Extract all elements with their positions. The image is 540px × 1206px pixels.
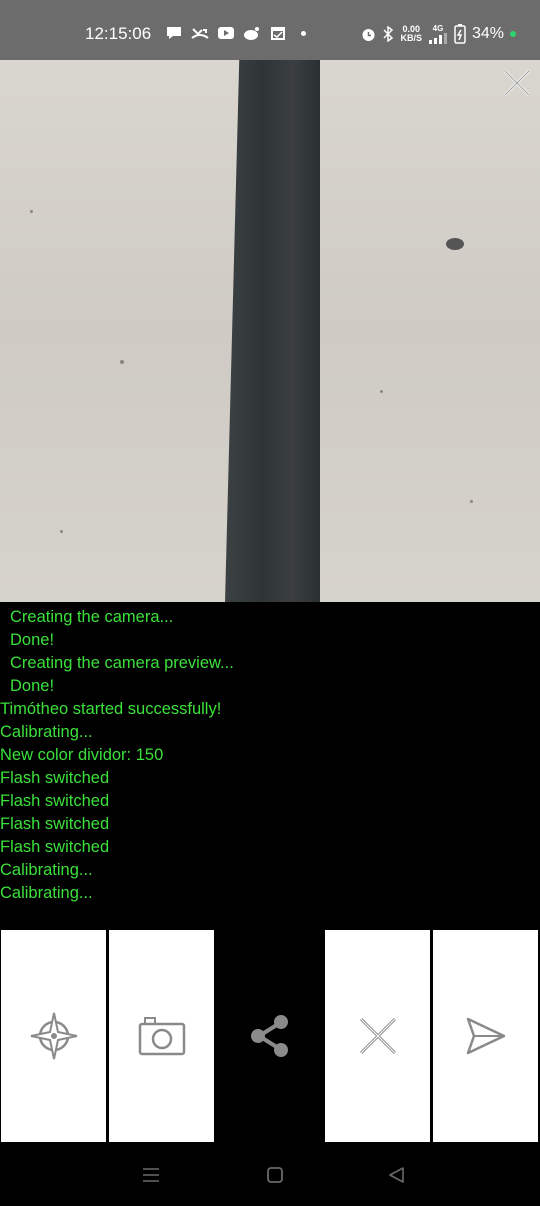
log-output: Creating the camera... Done! Creating the …: [0, 602, 540, 927]
youtube-icon: [218, 27, 234, 39]
status-bar: 12:15:06 0.00 KB/S 4G 34%: [0, 0, 540, 60]
camera-button[interactable]: [109, 930, 214, 1142]
notification-icons: [165, 25, 306, 41]
weibo-icon: [244, 27, 259, 40]
status-right: 0.00 KB/S 4G 34%: [361, 24, 516, 44]
status-time: 12:15:06: [85, 24, 152, 43]
share-button[interactable]: [217, 930, 323, 1142]
alarm-icon: [362, 28, 375, 41]
log-line: Creating the camera...: [10, 608, 174, 626]
camera-icon: [138, 1017, 185, 1056]
log-line: Calibrating...: [0, 861, 93, 879]
net-speed: 0.00 KB/S: [400, 24, 422, 43]
log-line: New color dividor: 150: [0, 746, 164, 764]
cancel-button[interactable]: [325, 930, 430, 1142]
battery-percent: 34%: [471, 25, 504, 42]
send-button[interactable]: [433, 930, 538, 1142]
home-icon[interactable]: [265, 1165, 285, 1185]
log-line: Calibrating...: [0, 723, 93, 741]
calibrate-button[interactable]: [1, 930, 106, 1142]
speck: [30, 210, 33, 213]
camera-preview[interactable]: [0, 60, 540, 602]
log-line: Calibrating...: [0, 884, 93, 902]
speck: [380, 390, 383, 393]
log-line: Creating the camera preview...: [10, 654, 234, 672]
compass-target-icon: [30, 1012, 77, 1060]
close-icon: [359, 1017, 396, 1055]
speck: [60, 530, 63, 533]
log-line: Flash switched: [0, 792, 110, 810]
black-tape-line: [225, 60, 320, 602]
network-type: 4G: [432, 24, 444, 33]
charging-dot-icon: [510, 31, 516, 37]
log-line: Flash switched: [0, 838, 110, 856]
send-icon: [466, 1017, 505, 1055]
recent-apps-icon[interactable]: [141, 1165, 161, 1185]
battery-icon: [454, 24, 466, 44]
close-preview-icon[interactable]: [502, 68, 532, 98]
log-line: Done!: [10, 631, 55, 649]
navigation-bar: [0, 1143, 540, 1206]
log-lines: Creating the camera... Done! Creating the …: [0, 606, 540, 905]
speck: [446, 238, 464, 250]
signal: 4G: [428, 24, 448, 44]
log-line: Done!: [10, 677, 55, 695]
log-line: Flash switched: [0, 769, 110, 787]
missed-call-icon: [191, 28, 209, 39]
more-notifications-dot-icon: [301, 30, 306, 36]
calendar-icon: [271, 27, 285, 40]
bluetooth-icon: [383, 26, 394, 42]
log-line: Flash switched: [0, 815, 110, 833]
chat-bubble-icon: [167, 27, 181, 39]
speck: [470, 500, 473, 503]
back-icon[interactable]: [387, 1165, 407, 1185]
speck: [120, 360, 124, 364]
share-icon: [251, 1015, 288, 1057]
signal-bars-icon: [428, 33, 447, 44]
log-line: Timótheo started successfully!: [0, 700, 222, 718]
